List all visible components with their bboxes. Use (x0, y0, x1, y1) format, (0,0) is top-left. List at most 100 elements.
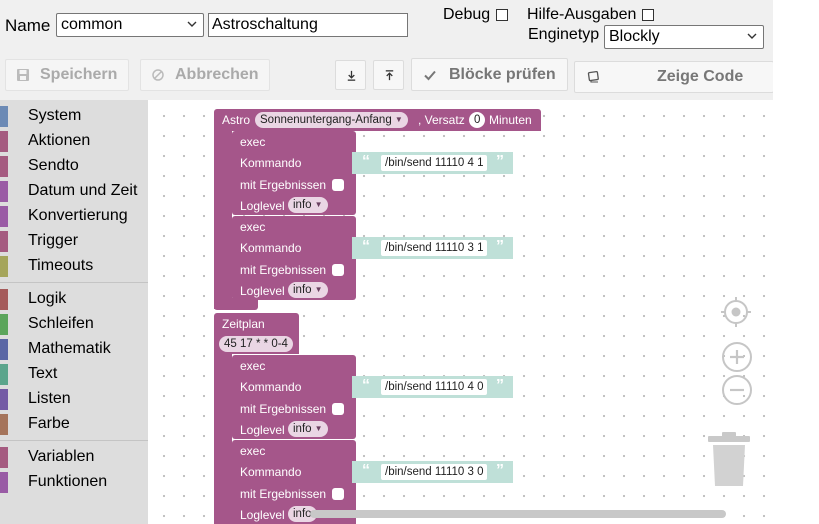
toolbox-category-text[interactable]: Text (0, 362, 148, 387)
code-icon (587, 70, 599, 83)
close-quote-icon: ” (496, 462, 504, 479)
debug-label: Debug (443, 6, 491, 23)
name-select[interactable]: common (56, 13, 204, 37)
category-label: Datum und Zeit (28, 182, 138, 199)
cancel-icon (152, 69, 164, 81)
toolbox-separator (0, 282, 148, 283)
category-color-bar (0, 231, 8, 252)
command-value[interactable]: /bin/send 11110 4 0 (381, 379, 488, 395)
enginetype-select[interactable]: Blockly (604, 25, 764, 49)
loglevel-value: info (293, 199, 312, 211)
toolbox-category-timeouts[interactable]: Timeouts (0, 254, 148, 279)
trash-icon[interactable] (706, 430, 752, 490)
text-string-block[interactable]: “ /bin/send 11110 4 0 ” (352, 376, 513, 398)
toolbox-category-funktionen[interactable]: Funktionen (0, 470, 148, 495)
category-label: Farbe (28, 415, 70, 432)
category-color-bar (0, 206, 8, 227)
toolbox-category-trigger[interactable]: Trigger (0, 229, 148, 254)
toolbox-category-mathematik[interactable]: Mathematik (0, 337, 148, 362)
category-label: Text (28, 365, 58, 382)
result-checkbox[interactable] (332, 488, 344, 500)
right-margin (773, 0, 819, 524)
toolbox-category-konvertierung[interactable]: Konvertierung (0, 204, 148, 229)
check-blocks-label: Blöcke prüfen (449, 65, 556, 83)
script-title-input[interactable]: Astroschaltung (208, 13, 408, 37)
category-label: Schleifen (28, 315, 94, 332)
category-color-bar (0, 256, 8, 277)
toolbox-category-aktionen[interactable]: Aktionen (0, 129, 148, 154)
category-color-bar (0, 339, 8, 360)
command-value[interactable]: /bin/send 11110 4 1 (381, 155, 488, 171)
result-checkbox[interactable] (332, 179, 344, 191)
category-color-bar (0, 447, 8, 468)
toolbox-category-system[interactable]: System (0, 104, 148, 129)
text-string-block[interactable]: “ /bin/send 11110 3 0 ” (352, 461, 513, 483)
toolbox-category-logik[interactable]: Logik (0, 287, 148, 312)
command-label: Kommando (240, 465, 302, 479)
result-label: mit Ergebnissen (240, 178, 327, 192)
category-color-bar (0, 181, 8, 202)
open-quote-icon: “ (362, 377, 370, 394)
blockly-workspace[interactable]: Astro Sonnenuntergang-Anfang ▼ , Versatz … (148, 100, 773, 524)
result-checkbox[interactable] (332, 264, 344, 276)
toolbox-category-sendto[interactable]: Sendto (0, 154, 148, 179)
command-value[interactable]: /bin/send 11110 3 1 (381, 240, 488, 256)
block-toolbox: System Aktionen Sendto Datum und Zeit Ko… (0, 100, 148, 524)
debug-checkbox[interactable] (496, 9, 508, 21)
exec-label: exec (240, 220, 266, 234)
category-label: Timeouts (28, 257, 94, 274)
category-color-bar (0, 314, 8, 335)
toolbox-category-schleifen[interactable]: Schleifen (0, 312, 148, 337)
toolbox-category-variablen[interactable]: Variablen (0, 445, 148, 470)
loglevel-dropdown[interactable]: info ▼ (288, 282, 328, 298)
text-string-block[interactable]: “ /bin/send 11110 3 1 ” (352, 237, 513, 259)
save-button[interactable]: Speichern (5, 59, 129, 91)
enginetype-label: Enginetyp (528, 26, 600, 43)
cron-value[interactable]: 45 17 * * 0-4 (219, 336, 293, 352)
loglevel-value: info (293, 508, 312, 520)
category-label: Sendto (28, 157, 79, 174)
result-checkbox[interactable] (332, 403, 344, 415)
top-bar: Name common Astroschaltung Debug Hilfe-A… (0, 0, 774, 100)
category-color-bar (0, 131, 8, 152)
zoom-in-icon[interactable] (721, 341, 753, 373)
show-code-button[interactable]: Zeige Code (574, 61, 774, 93)
zeitplan-label: Zeitplan (222, 317, 265, 331)
toolbox-category-listen[interactable]: Listen (0, 387, 148, 412)
astro-event-dropdown[interactable]: Sonnenuntergang-Anfang ▼ (255, 112, 408, 128)
hilfe-ausgaben-label: Hilfe-Ausgaben (527, 6, 637, 23)
offset-unit-label: Minuten (489, 113, 532, 127)
category-label: Konvertierung (28, 207, 128, 224)
command-label: Kommando (240, 241, 302, 255)
command-label: Kommando (240, 156, 302, 170)
loglevel-label: Loglevel (240, 423, 285, 437)
check-blocks-button[interactable]: Blöcke prüfen (411, 58, 568, 91)
chevron-down-icon (187, 21, 197, 27)
cancel-button-label: Abbrechen (175, 66, 259, 83)
loglevel-label: Loglevel (240, 508, 285, 522)
cancel-button[interactable]: Abbrechen (140, 59, 270, 91)
close-quote-icon: ” (496, 377, 504, 394)
script-title-value: Astroschaltung (212, 16, 318, 33)
horizontal-scrollbar[interactable] (310, 510, 726, 518)
import-button[interactable] (373, 60, 404, 90)
astro-event-value: Sonnenuntergang-Anfang (260, 114, 392, 126)
astro-block-spine (214, 131, 232, 309)
recenter-icon[interactable] (720, 296, 752, 328)
category-label: System (28, 107, 82, 124)
toolbox-category-farbe[interactable]: Farbe (0, 412, 148, 437)
zeitplan-block-spine (214, 354, 232, 524)
dropdown-arrow-icon: ▼ (314, 200, 323, 209)
loglevel-dropdown[interactable]: info ▼ (288, 197, 328, 213)
text-string-block[interactable]: “ /bin/send 11110 4 1 ” (352, 152, 513, 174)
name-label: Name (5, 16, 51, 35)
result-label: mit Ergebnissen (240, 402, 327, 416)
hilfe-ausgaben-checkbox[interactable] (642, 9, 654, 21)
loglevel-dropdown[interactable]: info ▼ (288, 421, 328, 437)
zoom-out-icon[interactable] (721, 374, 753, 406)
command-value[interactable]: /bin/send 11110 3 0 (381, 464, 488, 480)
dropdown-arrow-icon: ▼ (314, 424, 323, 433)
export-button[interactable] (335, 60, 366, 90)
toolbox-category-datum-und-zeit[interactable]: Datum und Zeit (0, 179, 148, 204)
open-quote-icon: “ (362, 462, 370, 479)
